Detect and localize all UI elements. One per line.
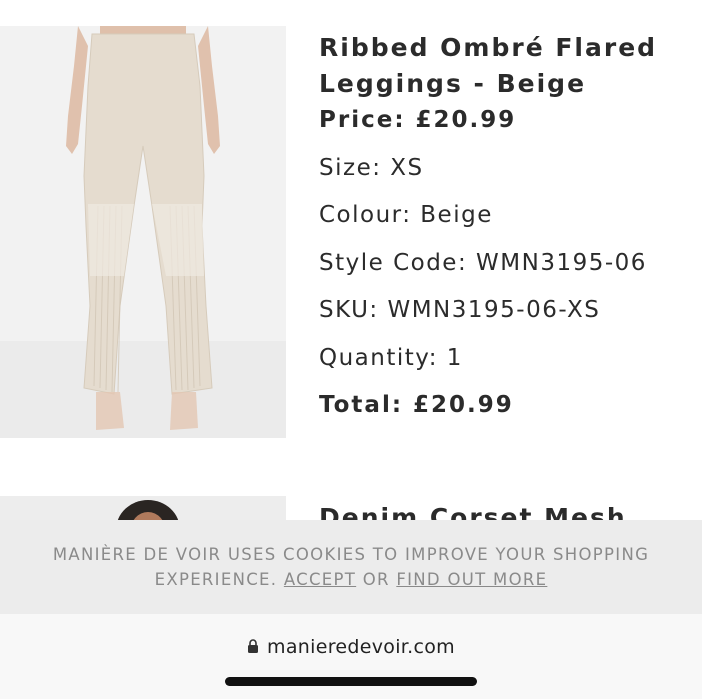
product-price: Price: £20.99 [319,107,517,133]
cookie-accept-link[interactable]: ACCEPT [284,570,356,589]
cookie-message-line2: EXPERIENCE. ACCEPT OR FIND OUT MORE [0,567,702,592]
product-colour: Colour: Beige [319,202,493,228]
cookie-message-line1: MANIÈRE DE VOIR USES COOKIES TO IMPROVE … [52,545,650,564]
leggings-photo [0,26,286,438]
product-sku: SKU: WMN3195-06-XS [319,297,601,323]
address-display[interactable]: manieredevoir.com [0,636,702,659]
url-text: manieredevoir.com [267,636,455,658]
cookie-message-prefix: EXPERIENCE. [154,570,278,589]
product-details: Ribbed Ombré Flared Leggings - Beige Pri… [319,30,689,441]
lock-icon [247,637,259,659]
product-title-line1: Ribbed Ombré Flared [319,33,658,62]
cookie-or-text: OR [362,570,390,589]
product-image[interactable] [0,26,286,438]
product-total: Total: £20.99 [319,392,514,418]
cookie-banner: MANIÈRE DE VOIR USES COOKIES TO IMPROVE … [0,520,702,614]
product-title[interactable]: Ribbed Ombré Flared Leggings - Beige [319,30,689,102]
product-size: Size: XS [319,154,424,181]
product-style-code: Style Code: WMN3195-06 [319,249,647,276]
product-quantity: Quantity: 1 [319,344,463,371]
product-title-line2: Leggings - Beige [319,69,587,98]
browser-address-bar[interactable]: manieredevoir.com [0,614,702,699]
cookie-find-out-more-link[interactable]: FIND OUT MORE [396,570,547,589]
home-indicator[interactable] [225,677,477,686]
